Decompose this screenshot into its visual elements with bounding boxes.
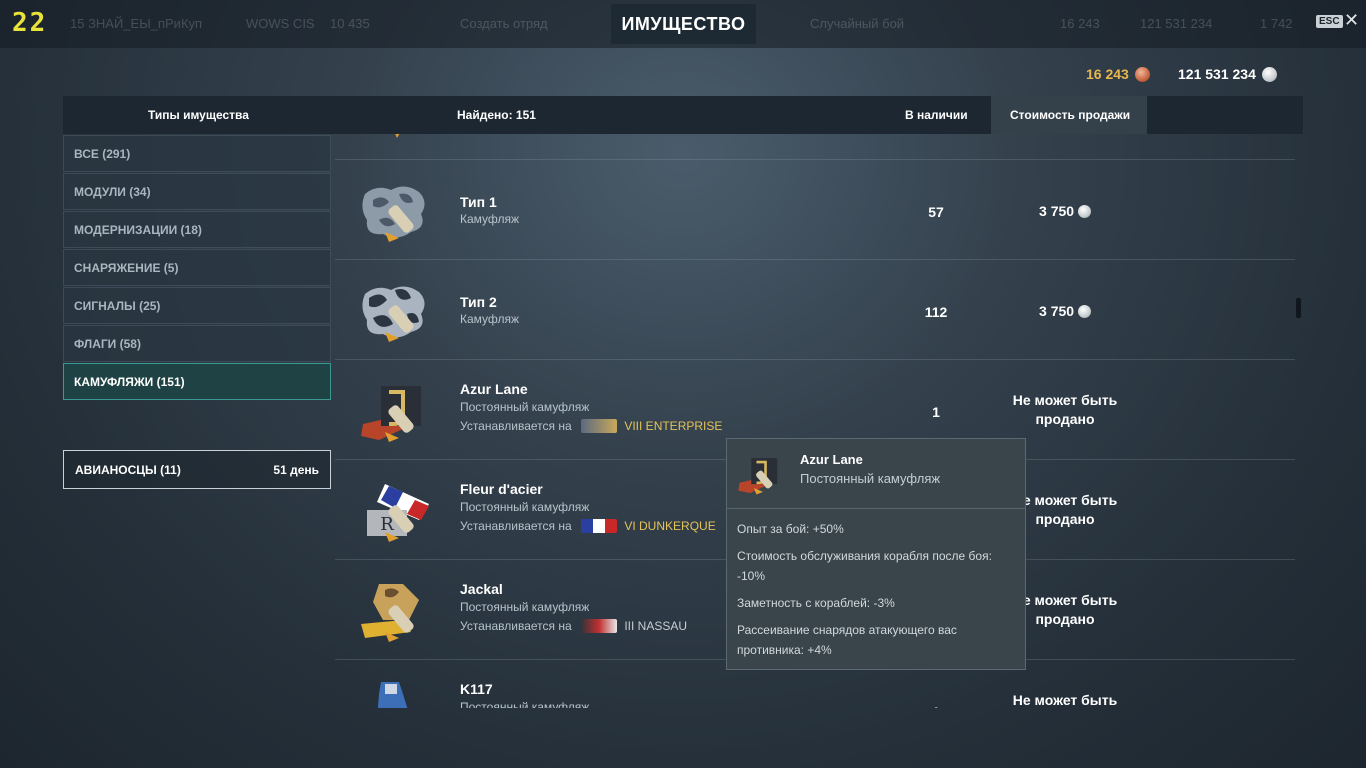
- tooltip-subtitle: Постоянный камуфляж: [800, 471, 941, 486]
- item-tooltip: Azur Lane Постоянный камуфляж Опыт за бо…: [726, 438, 1026, 670]
- doubloons-value: 16 243: [1086, 66, 1129, 82]
- item-type: Камуфляж: [460, 312, 520, 326]
- item-type: Постоянный камуфляж: [460, 600, 590, 614]
- tooltip-bonuses: Опыт за бой: +50% Стоимость обслуживания…: [737, 519, 1019, 667]
- credit-icon: [1077, 205, 1091, 218]
- player-name-ghost: 15 ЗНАЙ_ЕЫ_пРиКуп: [70, 16, 203, 31]
- item-installed-on: Устанавливается на III NASSAU: [460, 619, 687, 633]
- item-installed-on: Устанавливается на VIII ENTERPRISE: [460, 419, 722, 433]
- camo-azurlane-icon: [738, 458, 778, 495]
- carrier-rental-item[interactable]: АВИАНОСЦЫ (11) 51 день: [63, 450, 331, 489]
- list-scrollbar[interactable]: [1296, 298, 1301, 318]
- in-stock-header[interactable]: В наличии: [905, 108, 968, 122]
- credits-ghost: 121 531 234: [1140, 16, 1213, 31]
- camo-type2-icon: [362, 286, 425, 342]
- menu-item-all[interactable]: ВСЕ (291): [63, 135, 331, 172]
- carrier-label: АВИАНОСЦЫ (11): [75, 463, 181, 477]
- camo-fleur-icon: R: [367, 484, 429, 542]
- item-quantity: 1: [932, 404, 940, 420]
- menu-item-modules[interactable]: МОДУЛИ (34): [63, 173, 331, 210]
- not-sellable-line1: Не может быть: [1012, 692, 1118, 708]
- item-name: Jackal: [460, 581, 503, 597]
- item-name: K117: [460, 681, 493, 697]
- tooltip-title: Azur Lane: [800, 452, 863, 467]
- item-installed-on: Устанавливается на VI DUNKERQUE: [460, 519, 716, 533]
- item-price-value: 3 750: [1039, 303, 1075, 319]
- types-header: Типы имущества: [148, 108, 249, 122]
- credit-icon: [1077, 305, 1091, 318]
- item-type: Камуфляж: [460, 212, 520, 226]
- item-quantity: 1: [903, 704, 969, 708]
- table-row[interactable]: Тип 1 Камуфляж 57 3 750: [335, 159, 1295, 259]
- found-count: Найдено: 151: [457, 108, 536, 122]
- ship-name[interactable]: VIII ENTERPRISE: [624, 419, 722, 433]
- german-battleship-icon: [581, 619, 617, 633]
- item-quantity: 112: [924, 304, 948, 320]
- esc-button[interactable]: ESC: [1316, 15, 1343, 28]
- credits-value: 121 531 234: [1178, 66, 1256, 82]
- credit-icon: [1261, 66, 1277, 82]
- page-title: ИМУЩЕСТВО: [611, 4, 756, 44]
- menu-item-flags[interactable]: ФЛАГИ (58): [63, 325, 331, 362]
- menu-item-upgrades[interactable]: МОДЕРНИЗАЦИИ (18): [63, 211, 331, 248]
- item-type: Постоянный камуфляж: [460, 400, 590, 414]
- installed-label: Устанавливается на: [460, 519, 572, 533]
- bonus-dispersion: Рассеивание снарядов атакующего вас прот…: [737, 623, 957, 657]
- item-name: Fleur d'acier: [460, 481, 543, 497]
- player-number-ghost: 10 435: [330, 16, 370, 31]
- ship-name[interactable]: VI DUNKERQUE: [624, 519, 715, 533]
- doubloon-icon: [1134, 66, 1150, 82]
- us-carrier-icon: [581, 419, 617, 433]
- tooltip-header: Azur Lane Постоянный камуфляж: [727, 439, 1025, 509]
- item-type: Постоянный камуфляж: [460, 700, 590, 708]
- not-sellable-line2: продано: [1035, 411, 1095, 427]
- item-price: 3 750: [995, 203, 1135, 219]
- item-name: Тип 2: [460, 294, 497, 310]
- fps-counter: 22: [12, 8, 48, 38]
- not-sellable-label: Не может быть: [995, 691, 1135, 708]
- menu-item-camouflages[interactable]: КАМУФЛЯЖИ (151): [63, 363, 331, 400]
- menu-item-consumables[interactable]: СНАРЯЖЕНИЕ (5): [63, 249, 331, 286]
- close-icon[interactable]: ✕: [1344, 10, 1359, 31]
- not-sellable-label: Не может быть продано: [995, 391, 1135, 429]
- table-row[interactable]: Тип 2 Камуфляж 112 3 750: [335, 259, 1295, 359]
- camo-azurlane-icon: [361, 386, 421, 442]
- sell-price-header[interactable]: Стоимость продажи: [1010, 108, 1130, 122]
- battle-mode-ghost: Случайный бой: [810, 16, 905, 31]
- installed-label: Устанавливается на: [460, 619, 572, 633]
- menu-item-signals[interactable]: СИГНАЛЫ (25): [63, 287, 331, 324]
- bonus-service-cost: Стоимость обслуживания корабля после боя…: [737, 549, 992, 583]
- item-name: Azur Lane: [460, 381, 528, 397]
- item-price: 3 750: [995, 303, 1135, 319]
- camo-jackal-icon: [361, 584, 419, 642]
- french-battleship-icon: [581, 519, 617, 533]
- top-bar: 22 15 ЗНАЙ_ЕЫ_пРиКуп WOWS CIS 10 435 Соз…: [0, 0, 1366, 48]
- partial-item-icon: [395, 134, 400, 138]
- item-type: Постоянный камуфляж: [460, 500, 590, 514]
- server-ghost: WOWS CIS: [246, 16, 315, 31]
- not-sellable-line1: Не может быть: [1012, 392, 1118, 408]
- create-squad-ghost: Создать отряд: [460, 16, 548, 31]
- doubloons-balance: 16 243: [1086, 66, 1150, 82]
- extra-ghost: 1 742: [1260, 16, 1293, 31]
- bonus-detectability: Заметность с кораблей: -3%: [737, 596, 895, 610]
- installed-label: Устанавливается на: [460, 419, 572, 433]
- doubloons-ghost: 16 243: [1060, 16, 1100, 31]
- credits-balance: 121 531 234: [1178, 66, 1277, 82]
- carrier-duration: 51 день: [273, 463, 319, 477]
- bonus-exp: Опыт за бой: +50%: [737, 522, 844, 536]
- item-price-value: 3 750: [1039, 203, 1075, 219]
- table-header: Типы имущества Найдено: 151 В наличии Ст…: [63, 96, 1303, 134]
- camo-k117-icon: [377, 682, 408, 708]
- ship-name[interactable]: III NASSAU: [624, 619, 687, 633]
- item-name: Тип 1: [460, 194, 497, 210]
- item-quantity: 57: [928, 204, 944, 220]
- camo-type1-icon: [362, 186, 425, 242]
